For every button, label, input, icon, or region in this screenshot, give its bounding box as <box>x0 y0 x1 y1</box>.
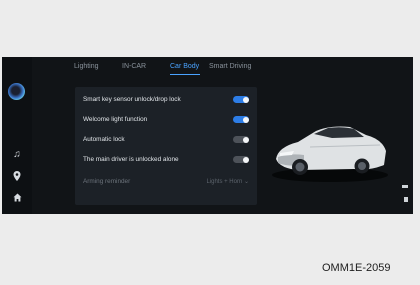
setting-row-automatic-lock[interactable]: Automatic lock <box>83 131 251 149</box>
arming-value-text: Lights + Horn <box>206 179 243 185</box>
toggle-knob <box>242 136 249 143</box>
chevron-down-icon: ⌄ <box>243 179 249 185</box>
setting-row-arming-reminder[interactable]: Arming reminder Lights + Horn ⌄ <box>83 173 251 191</box>
music-note-icon[interactable]: ♫ <box>2 149 32 161</box>
toggle-knob <box>242 116 249 123</box>
setting-label: Automatic lock <box>83 136 125 143</box>
signal-icon <box>404 197 408 202</box>
image-code-label: OMM1E-2059 <box>322 262 391 274</box>
setting-label: Smart key sensor unlock/drop lock <box>83 96 181 103</box>
toggle-knob <box>242 96 249 103</box>
location-pin-icon[interactable] <box>2 171 32 185</box>
left-sidebar: ♫ <box>2 57 32 214</box>
arming-reminder-select[interactable]: Lights + Horn ⌄ <box>206 178 249 185</box>
car-body-settings-panel: Smart key sensor unlock/drop lock Welcom… <box>75 87 257 205</box>
tab-car-body[interactable]: Car Body <box>170 63 199 70</box>
main-driver-unlock-toggle[interactable] <box>233 156 249 163</box>
setting-label: The main driver is unlocked alone <box>83 156 179 163</box>
active-tab-underline <box>170 74 200 75</box>
setting-label: Arming reminder <box>83 178 131 185</box>
setting-row-smart-key[interactable]: Smart key sensor unlock/drop lock <box>83 91 251 109</box>
setting-label: Welcome light function <box>83 116 148 123</box>
home-icon[interactable] <box>2 193 32 206</box>
infotainment-screen: ♫ Lighting IN-CAR Car Body Smart Driving… <box>2 57 413 214</box>
welcome-light-toggle[interactable] <box>233 116 249 123</box>
tab-in-car[interactable]: IN-CAR <box>122 63 146 70</box>
smart-key-toggle[interactable] <box>233 96 249 103</box>
toggle-knob <box>242 156 249 163</box>
tab-smart-driving[interactable]: Smart Driving <box>209 63 251 70</box>
battery-icon <box>402 185 408 188</box>
vehicle-illustration <box>272 126 388 182</box>
automatic-lock-toggle[interactable] <box>233 136 249 143</box>
setting-row-welcome-light[interactable]: Welcome light function <box>83 111 251 129</box>
tab-lighting[interactable]: Lighting <box>74 63 99 70</box>
setting-row-main-driver-unlock[interactable]: The main driver is unlocked alone <box>83 151 251 169</box>
voice-assistant-icon[interactable] <box>8 83 25 100</box>
